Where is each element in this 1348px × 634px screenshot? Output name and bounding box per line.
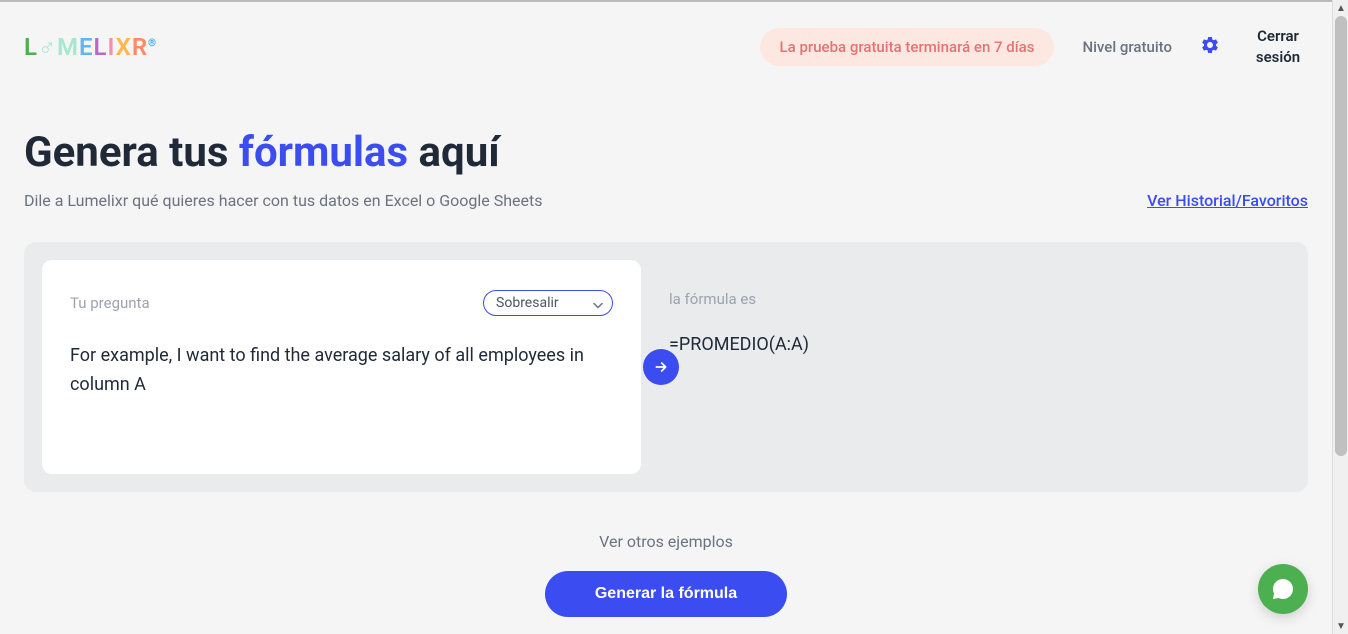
scrollbar-thumb[interactable] bbox=[1335, 16, 1347, 456]
tier-label: Nivel gratuito bbox=[1082, 38, 1172, 56]
scrollbar-arrow-down-icon[interactable]: ▼ bbox=[1333, 618, 1348, 634]
generate-button[interactable]: Generar la fórmula bbox=[545, 571, 787, 617]
formula-label: la fórmula es bbox=[669, 290, 1262, 308]
other-examples-link[interactable]: Ver otros ejemplos bbox=[24, 532, 1308, 551]
logout-button[interactable]: Cerrar sesión bbox=[1248, 26, 1308, 68]
formula-result-panel: la fórmula es =PROMEDIO(A:A) bbox=[641, 260, 1290, 474]
chat-icon bbox=[1271, 577, 1295, 601]
title-part2: aquí bbox=[408, 128, 500, 177]
question-input[interactable]: For example, I want to find the average … bbox=[70, 342, 613, 400]
title-highlight: fórmulas bbox=[239, 128, 408, 177]
title-part1: Genera tus bbox=[24, 128, 239, 177]
gear-icon[interactable] bbox=[1200, 35, 1220, 59]
formula-output: =PROMEDIO(A:A) bbox=[669, 334, 1262, 355]
chat-bubble-button[interactable] bbox=[1258, 564, 1308, 614]
history-link[interactable]: Ver Historial/Favoritos bbox=[1147, 191, 1308, 210]
question-label: Tu pregunta bbox=[70, 294, 150, 312]
scrollbar-arrow-up-icon[interactable]: ▲ bbox=[1333, 0, 1348, 16]
platform-select[interactable]: Sobresalir bbox=[483, 290, 613, 316]
header: L♂MELIXR® La prueba gratuita terminará e… bbox=[0, 0, 1332, 68]
subtitle: Dile a Lumelixr qué quieres hacer con tu… bbox=[24, 191, 543, 210]
scrollbar[interactable]: ▲ ▼ bbox=[1332, 0, 1348, 634]
logo[interactable]: L♂MELIXR® bbox=[24, 33, 157, 62]
trial-badge[interactable]: La prueba gratuita terminará en 7 días bbox=[760, 28, 1055, 66]
submit-button[interactable] bbox=[643, 349, 679, 385]
arrow-right-icon bbox=[653, 359, 669, 375]
page-title: Genera tus fórmulas aquí bbox=[24, 128, 1308, 177]
formula-panel: Tu pregunta Sobresalir For example, I wa… bbox=[24, 242, 1308, 492]
question-panel: Tu pregunta Sobresalir For example, I wa… bbox=[42, 260, 641, 474]
